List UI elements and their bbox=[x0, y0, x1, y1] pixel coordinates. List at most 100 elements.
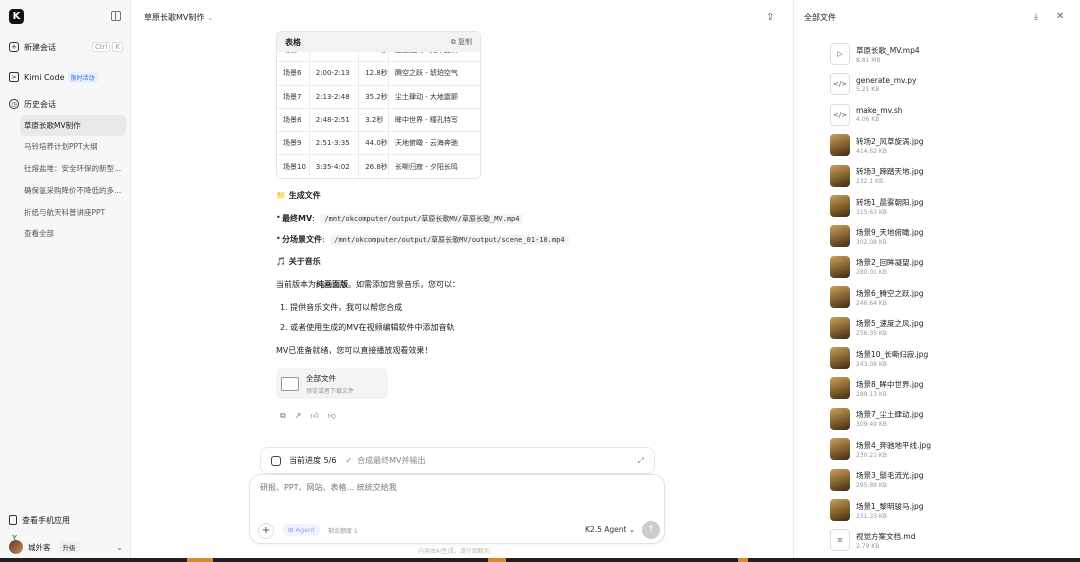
file-item[interactable]: 转场1_晨雾朝阳.jpg 315.63 KB bbox=[830, 194, 924, 218]
table-cell: 场景8 bbox=[277, 108, 310, 132]
new-chat-shortcut: Ctrl K bbox=[90, 42, 123, 52]
chevron-down-icon: ⌄ bbox=[116, 542, 123, 552]
final-mv-path: /mnt/okcomputer/output/草原长歌MV/草原长歌_MV.mp… bbox=[320, 214, 524, 224]
expand-icon[interactable]: ⤢ bbox=[638, 456, 644, 466]
model-selector[interactable]: K2.5 Agent ⌄ bbox=[585, 525, 635, 534]
new-chat-label: 新建会话 bbox=[24, 42, 56, 52]
kimi-logo[interactable]: K bbox=[9, 9, 24, 24]
table-cell: 35.2秒 bbox=[359, 85, 389, 108]
table-cell: 2:13-2:48 bbox=[310, 85, 360, 108]
send-button[interactable]: ↑ bbox=[642, 521, 660, 539]
file-item[interactable]: 转场3_蹄踏天地.jpg 232.1 KB bbox=[830, 164, 924, 188]
message-actions: ⧉ ↗ 👍︎ 👎︎ bbox=[280, 411, 336, 421]
table-row: 场景5 1:58-2:00 30.4秒 迅速之风 - 光晕旋转 bbox=[277, 52, 480, 63]
progress-step: 合成最终MV并输出 bbox=[357, 456, 426, 465]
file-item[interactable]: 场景3_鬃毛流光.jpg 295.89 KB bbox=[830, 468, 924, 492]
file-item[interactable]: ≡ 视觉方案文档.md 2.79 KB bbox=[830, 528, 915, 552]
file-size: 232.1 KB bbox=[856, 178, 884, 186]
composer: + ⊞ Agent 剩余额度 1 K2.5 Agent ⌄ ↑ bbox=[249, 474, 665, 544]
doc-icon: ≡ bbox=[830, 529, 850, 552]
file-item[interactable]: 场景10_长嘶归寂.jpg 243.08 KB bbox=[830, 346, 928, 370]
add-attachment-button[interactable]: + bbox=[258, 523, 274, 539]
history-item[interactable]: 确保氢采购降价不降低的多... bbox=[20, 180, 126, 201]
file-item[interactable]: 场景5_速度之风.jpg 256.35 KB bbox=[830, 316, 924, 340]
all-files-card-title: 全部文件 bbox=[306, 373, 336, 383]
task-progress[interactable]: 当前进度 5/6 ✓ 合成最终MV并输出 ⤢ bbox=[260, 447, 655, 474]
table-cell: 场景9 bbox=[277, 132, 310, 155]
file-item[interactable]: </> generate_mv.py 5.21 KB bbox=[830, 72, 916, 96]
table-cell: 场景10 bbox=[277, 155, 310, 178]
remaining-quota: 剩余额度 1 bbox=[328, 528, 358, 535]
file-item[interactable]: 场景6_腾空之跃.jpg 246.64 KB bbox=[830, 285, 924, 309]
share-icon[interactable]: ↗ bbox=[295, 411, 302, 421]
file-size: 231.33 KB bbox=[856, 512, 887, 520]
code-icon: </> bbox=[830, 103, 850, 126]
file-name: 场景8_眸中世界.jpg bbox=[856, 379, 924, 389]
user-menu[interactable]: 城外客 升级 ⌄ bbox=[9, 534, 123, 556]
file-item[interactable]: 转场2_风草旋涡.jpg 414.62 KB bbox=[830, 133, 924, 157]
file-item[interactable]: 场景1_黎明骏马.jpg 231.33 KB bbox=[830, 498, 924, 522]
mobile-app-label: 查看手机应用 bbox=[22, 515, 70, 525]
folder-icon: 📁 bbox=[276, 191, 286, 200]
file-item[interactable]: ▷ 草原长歌_MV.mp4 8.81 MB bbox=[830, 42, 920, 66]
table-cell: 迅速之风 - 光晕旋转 bbox=[389, 52, 480, 61]
file-name: 场景3_鬃毛流光.jpg bbox=[856, 471, 924, 481]
mobile-app-link[interactable]: 查看手机应用 bbox=[9, 512, 70, 528]
file-size: 309.49 KB bbox=[856, 421, 887, 429]
history-item[interactable]: 钍熔盐堆：安全环保的新型... bbox=[20, 158, 126, 179]
image-thumbnail bbox=[830, 499, 850, 521]
history-item[interactable]: 折纸与航天科普讲座PPT bbox=[20, 202, 126, 223]
table-cell: 天地俯瞰 - 云海奔驰 bbox=[394, 139, 458, 148]
share-icon[interactable]: ⇪ bbox=[766, 12, 778, 24]
table-cell: 长嘶归寂 - 夕阳长鸣 bbox=[394, 162, 458, 171]
chat-title[interactable]: 草原长歌MV制作 ⌄ bbox=[144, 12, 213, 23]
upgrade-button[interactable]: 升级 bbox=[58, 541, 80, 553]
thumbs-up-icon[interactable]: 👍︎ bbox=[310, 411, 318, 421]
file-name: 场景9_天地俯瞰.jpg bbox=[856, 227, 924, 237]
kimi-code-link[interactable]: > Kimi Code 限时活动 bbox=[9, 69, 98, 85]
file-item[interactable]: 场景2_回眸凝望.jpg 280.01 KB bbox=[830, 255, 924, 279]
all-files-card[interactable]: 全部文件 预览或者下载文件 bbox=[276, 368, 388, 399]
table-body: 场景5 1:58-2:00 30.4秒 迅速之风 - 光晕旋转 场景6 2:00… bbox=[277, 52, 480, 178]
music-heading: 🎵 关于音乐 bbox=[276, 257, 321, 266]
user-name: 城外客 bbox=[28, 542, 51, 552]
close-icon[interactable]: ✕ bbox=[1056, 11, 1064, 22]
file-size: 414.62 KB bbox=[856, 147, 887, 155]
table-cell: 3:35-4:02 bbox=[310, 155, 360, 178]
file-name: 场景1_黎明骏马.jpg bbox=[856, 501, 924, 511]
file-size: 4.06 KB bbox=[856, 116, 880, 124]
table-row: 场景7 2:13-2:48 35.2秒 尘土肆动 - 大地震颤 bbox=[277, 85, 480, 109]
file-name: 转场1_晨雾朝阳.jpg bbox=[856, 197, 924, 207]
progress-label: 当前进度 5/6 bbox=[289, 456, 337, 465]
music-note-icon: 🎵 bbox=[276, 257, 286, 266]
agent-toggle[interactable]: ⊞ Agent bbox=[283, 524, 320, 536]
image-thumbnail bbox=[830, 286, 850, 309]
file-item[interactable]: 场景7_尘土肆动.jpg 309.49 KB bbox=[830, 407, 924, 431]
file-item[interactable]: 场景8_眸中世界.jpg 289.13 KB bbox=[830, 376, 924, 400]
file-item[interactable]: 场景9_天地俯瞰.jpg 302.08 KB bbox=[830, 224, 924, 248]
files-panel: 全部文件 ⤓ ✕ ▷ 草原长歌_MV.mp4 8.81 MB </> generate_… bbox=[793, 0, 1080, 562]
folder-icon bbox=[281, 376, 299, 391]
table-cell: 2:51-3:35 bbox=[310, 132, 360, 155]
chat-input[interactable] bbox=[260, 483, 640, 492]
thumbs-down-icon[interactable]: 👎︎ bbox=[328, 411, 336, 421]
history-title: 历史会话 bbox=[24, 99, 56, 109]
view-all-history-link[interactable]: 查看全部 bbox=[20, 223, 126, 244]
history-item[interactable]: 马铃培养计划PPT大纲 bbox=[20, 136, 126, 157]
file-item[interactable]: 场景4_奔驰地平线.jpg 230.21 KB bbox=[830, 437, 931, 461]
phone-icon bbox=[9, 515, 17, 525]
sidebar-toggle-icon[interactable] bbox=[111, 11, 121, 21]
copy-icon[interactable]: ⧉ bbox=[280, 411, 286, 421]
new-chat-button[interactable]: + 新建会话 Ctrl K bbox=[9, 39, 123, 55]
file-item[interactable]: </> make_mv.sh 4.06 KB bbox=[830, 103, 903, 127]
table-cell: 3.2秒 bbox=[359, 108, 389, 132]
image-thumbnail bbox=[830, 225, 850, 248]
file-size: 315.63 KB bbox=[856, 208, 887, 216]
copy-button[interactable]: ⧉ 复制 bbox=[451, 37, 472, 47]
download-icon[interactable]: ⤓ bbox=[1034, 12, 1038, 22]
table-row: 场景8 2:48-2:51 3.2秒 眸中世界 - 瞳孔特写 bbox=[277, 108, 480, 133]
table-title: 表格 bbox=[285, 37, 301, 47]
file-size: 2.79 KB bbox=[856, 542, 880, 550]
history-header: ◷ 历史会话 bbox=[9, 96, 56, 112]
history-item[interactable]: 草原长歌MV制作 bbox=[20, 115, 126, 136]
